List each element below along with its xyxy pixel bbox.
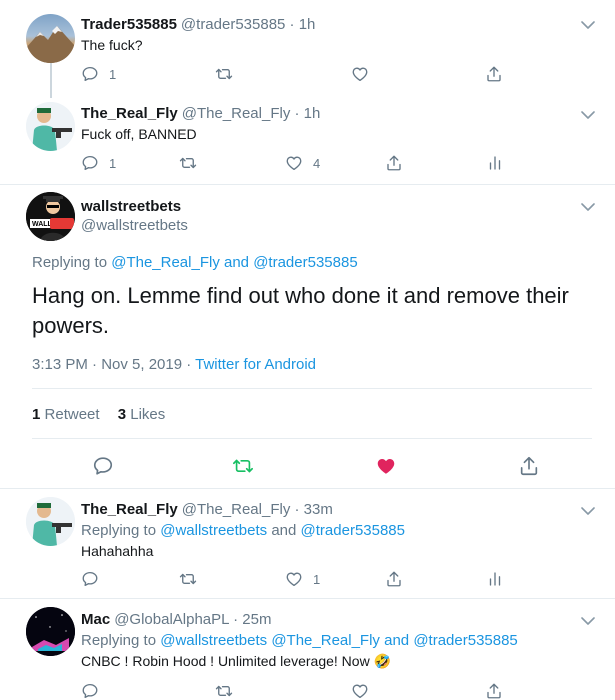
reply-icon — [92, 455, 114, 477]
display-name[interactable]: The_Real_Fly — [81, 501, 178, 518]
chevron-down-icon[interactable] — [581, 616, 595, 626]
rofl-emoji: 🤣 — [373, 653, 392, 669]
reply-button[interactable] — [81, 681, 99, 700]
retweet-stat[interactable]: 1 Retweet — [32, 406, 100, 423]
analytics-icon — [486, 154, 504, 172]
chevron-down-icon[interactable] — [581, 202, 595, 212]
tweet-text: CNBC ! Robin Hood ! Unlimited leverage! … — [81, 653, 392, 669]
like-button[interactable]: 1 — [285, 569, 320, 589]
retweet-icon — [179, 570, 197, 588]
mention-the-real-fly[interactable]: @The_Real_Fly — [111, 254, 220, 271]
analytics-button[interactable] — [486, 153, 504, 173]
like-icon — [351, 682, 369, 700]
analytics-button[interactable] — [486, 569, 504, 589]
like-count: 1 — [313, 571, 321, 587]
retweet-button[interactable] — [215, 681, 233, 700]
handle[interactable]: @The_Real_Fly · 33m — [182, 501, 333, 518]
tweet-text: Hahahahha — [81, 543, 154, 559]
display-name[interactable]: The_Real_Fly — [81, 105, 178, 122]
share-button[interactable] — [385, 569, 403, 589]
reply-icon — [81, 682, 99, 700]
mention-trader535885[interactable]: @trader535885 — [253, 254, 357, 271]
retweet-button[interactable] — [215, 64, 233, 84]
chevron-down-icon[interactable] — [581, 20, 595, 30]
share-icon — [518, 455, 540, 477]
like-icon — [375, 455, 397, 477]
retweet-icon — [179, 154, 197, 172]
reply-count: 1 — [109, 155, 117, 171]
like-button[interactable] — [351, 64, 369, 84]
retweet-button[interactable] — [232, 454, 254, 478]
tweet-the-real-fly[interactable]: The_Real_Fly @The_Real_Fly · 1h Fuck off,… — [0, 95, 615, 185]
retweet-icon — [215, 65, 233, 83]
avatar[interactable] — [26, 14, 75, 63]
display-name[interactable]: wallstreetbets — [81, 198, 181, 215]
share-icon — [385, 570, 403, 588]
reply-icon — [81, 154, 99, 172]
engagement-stats: 1 Retweet 3 Likes — [32, 406, 165, 423]
handle[interactable]: @GlobalAlphaPL · 25m — [114, 611, 271, 628]
share-button[interactable] — [485, 681, 503, 700]
divider — [32, 438, 592, 439]
like-icon — [285, 570, 303, 588]
tweet-text: Fuck off, BANNED — [81, 126, 197, 142]
mention-wallstreetbets[interactable]: @wallstreetbets — [160, 522, 267, 539]
display-name[interactable]: Mac — [81, 611, 110, 628]
reply-button[interactable]: 1 — [81, 153, 116, 173]
main-tweet-text-line1: Hang on. Lemme find out who done it and … — [32, 283, 569, 308]
reply-icon — [81, 570, 99, 588]
replying-to: Replying to @wallstreetbets @The_Real_Fl… — [81, 632, 518, 649]
divider — [32, 388, 592, 389]
reply-button[interactable] — [92, 454, 114, 478]
handle[interactable]: @trader535885 · 1h — [181, 16, 315, 33]
mention-trader535885[interactable]: @trader535885 — [413, 632, 517, 649]
tweet-text: The fuck? — [81, 37, 143, 53]
share-button[interactable] — [385, 153, 403, 173]
handle[interactable]: @wallstreetbets — [81, 217, 188, 234]
like-icon — [351, 65, 369, 83]
share-button[interactable] — [518, 454, 540, 478]
like-button[interactable]: 4 — [285, 153, 320, 173]
like-icon — [285, 154, 303, 172]
timestamp-line: 3:13 PM · Nov 5, 2019 · Twitter for Andr… — [32, 356, 316, 373]
retweet-icon — [215, 682, 233, 700]
replying-to: Replying to @wallstreetbets and @trader5… — [81, 522, 405, 539]
display-name[interactable]: Trader535885 — [81, 16, 177, 33]
main-tweet-text-line2: powers. — [32, 313, 110, 338]
main-tweet: WALL wallstreetbets @wallstreetbets Repl… — [0, 185, 615, 490]
chevron-down-icon[interactable] — [581, 110, 595, 120]
reply-mac[interactable]: Mac @GlobalAlphaPL · 25m Replying to @wal… — [0, 599, 615, 700]
reply-button[interactable] — [81, 569, 99, 589]
reply-the-real-fly[interactable]: The_Real_Fly @The_Real_Fly · 33m Replying… — [0, 489, 615, 600]
chevron-down-icon[interactable] — [581, 506, 595, 516]
replying-to: Replying to @The_Real_Fly and @trader535… — [32, 254, 358, 271]
reply-icon — [81, 65, 99, 83]
retweet-icon — [232, 455, 254, 477]
avatar[interactable] — [26, 102, 75, 151]
avatar[interactable] — [26, 497, 75, 546]
analytics-icon — [486, 570, 504, 588]
mention-trader535885[interactable]: @trader535885 — [301, 522, 405, 539]
share-icon — [485, 65, 503, 83]
retweet-button[interactable] — [179, 153, 197, 173]
avatar[interactable] — [26, 607, 75, 656]
like-button[interactable] — [375, 454, 397, 478]
reply-count: 1 — [109, 66, 117, 82]
reply-button[interactable]: 1 — [81, 64, 116, 84]
mention-the-real-fly[interactable]: @The_Real_Fly — [267, 632, 380, 649]
tweet-source[interactable]: Twitter for Android — [195, 356, 316, 373]
mention-wallstreetbets[interactable]: @wallstreetbets — [160, 632, 267, 649]
like-button[interactable] — [351, 681, 369, 700]
timestamp[interactable]: 3:13 PM · Nov 5, 2019 · — [32, 356, 195, 373]
retweet-button[interactable] — [179, 569, 197, 589]
share-icon — [485, 682, 503, 700]
like-stat[interactable]: 3 Likes — [118, 406, 166, 423]
share-button[interactable] — [485, 64, 503, 84]
avatar[interactable]: WALL — [26, 192, 75, 241]
tweet-trader535885[interactable]: Trader535885 @trader535885 · 1h The fuck?… — [0, 0, 615, 95]
like-count: 4 — [313, 155, 321, 171]
share-icon — [385, 154, 403, 172]
svg-text:WALL: WALL — [32, 221, 53, 228]
handle[interactable]: @The_Real_Fly · 1h — [182, 105, 321, 122]
